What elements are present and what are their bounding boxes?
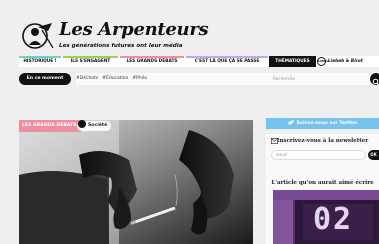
nav-item-thematiques[interactable]: THÉMATIQUES [269,56,316,67]
newsletter-title: Inscrivez-vous à la newsletter [276,138,369,144]
main-nav: HISTORIQUE ! ILS S'ENGAGENT LES GRANDS D… [19,56,379,67]
clock-digits: 02 [313,202,354,237]
nav-item-grands-debats[interactable]: LES GRANDS DÉBATS [120,56,184,67]
nav-item-label: ILS S'ENGAGENT [70,59,111,64]
rubric-badge[interactable]: Société [77,120,112,131]
partner-logo[interactable]: CAMBIALiebeb & Birot [317,57,363,66]
site-header: Les Arpenteurs Les générations futures o… [19,18,379,54]
featured-article[interactable]: LES GRANDS DÉBATS Société [19,120,253,244]
search-button[interactable] [370,73,379,86]
trending-bar: En ce moment #Déchets #Éducation #Philo Re… [19,72,379,87]
recommended-article-box: L'article qu'on aurait aimé écrire 02 [266,178,379,244]
rubric-label: Société [88,123,108,128]
nav-item-label: C'EST LÀ QUE ÇA SE PASSE [194,59,260,64]
search-input[interactable]: Recherche [268,73,374,85]
partner-name: Liebeb & Birot [328,59,363,64]
surveyor-logo-icon[interactable] [22,21,54,51]
category-label[interactable]: LES GRANDS DÉBATS [19,120,81,132]
sidebar: Suivez-nous sur Twitter Inscrivez-vous à… [266,116,379,244]
nav-color-bar [120,56,184,58]
twitter-follow-button[interactable]: Suivez-nous sur Twitter [266,118,379,129]
recommended-article-image[interactable]: 02 [273,190,379,244]
nav-item-label: THÉMATIQUES [275,59,310,64]
tag-link[interactable]: #Philo [132,76,147,81]
tag-link[interactable]: #Déchets [76,76,98,81]
nav-item-label: HISTORIQUE ! [23,59,57,64]
en-ce-moment-button[interactable]: En ce moment [19,73,71,85]
nav-item-label: LES GRANDS DÉBATS [126,59,178,64]
people-icon [78,120,86,128]
article-image [19,120,253,244]
nav-item-ca-se-passe[interactable]: C'EST LÀ QUE ÇA SE PASSE [186,56,268,67]
recommended-title: L'article qu'on aurait aimé écrire [271,180,374,186]
twitter-icon [287,120,294,125]
cambia-logo-icon: CAMBIA [317,57,329,66]
nav-item-historique[interactable]: HISTORIQUE ! [19,56,61,67]
newsletter-box: Inscrivez-vous à la newsletter email OK [266,134,379,179]
nav-item-engagent[interactable]: ILS S'ENGAGENT [63,56,118,67]
nav-color-bar [19,56,61,58]
search-icon [372,78,379,86]
tag-link[interactable]: #Éducation [102,76,128,81]
nav-color-bar [186,56,268,58]
trending-tags: #Déchets #Éducation #Philo [76,73,276,85]
newsletter-ok-button[interactable]: OK [368,150,379,160]
nav-color-bar [63,56,118,58]
email-field[interactable]: email [271,150,366,160]
site-tagline: Les générations futures ont leur média [59,43,183,49]
site-title[interactable]: Les Arpenteurs [59,19,209,40]
twitter-label: Suivez-nous sur Twitter [296,121,358,126]
page: Les Arpenteurs Les générations futures o… [0,0,379,244]
